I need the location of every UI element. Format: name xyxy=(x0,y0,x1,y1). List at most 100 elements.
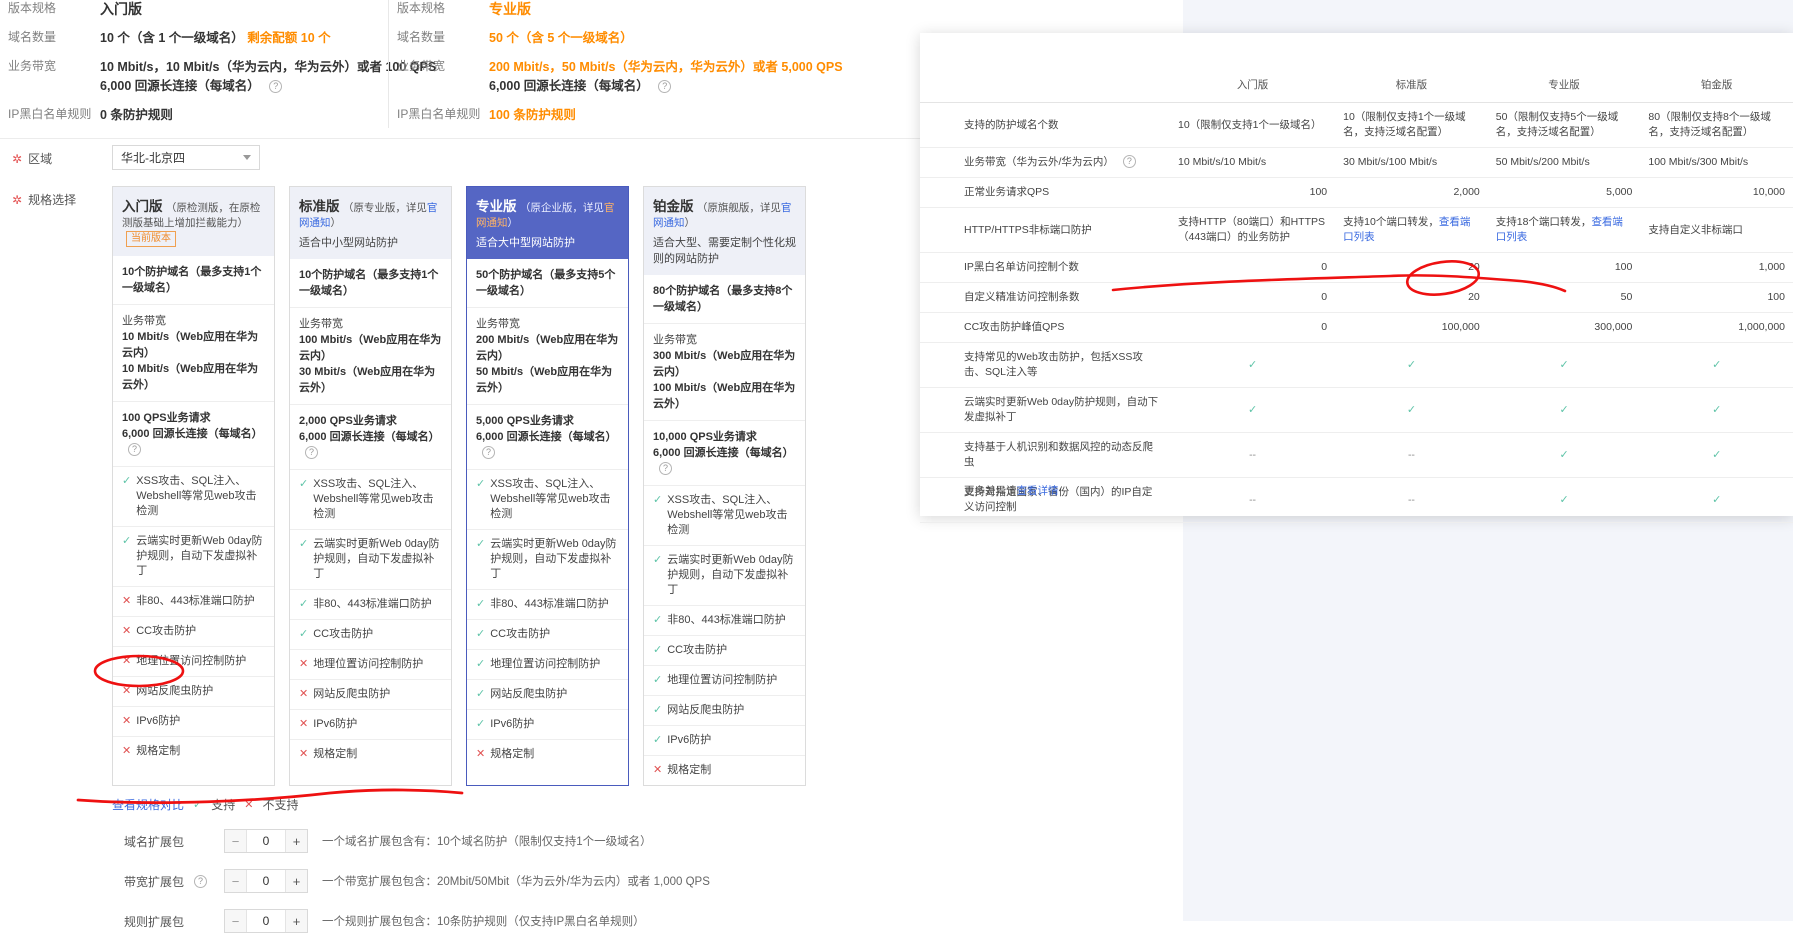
bandwidth-title: 业务带宽 xyxy=(653,334,697,346)
row-cell-1: ✓ xyxy=(1335,342,1488,388)
row-cell-3: 100 Mbit/s/300 Mbit/s xyxy=(1640,147,1793,178)
feature-label: IPv6防护 xyxy=(313,718,358,730)
feature-label: 网站反爬虫防护 xyxy=(136,685,214,697)
bandwidth-external: 100 Mbit/s（Web应用在华为云外） xyxy=(653,382,796,410)
spec-card-1[interactable]: 标准版 （原专业版，详见官网通知） 适合中小型网站防护 10个防护域名（最多支持1个… xyxy=(289,186,452,786)
table-head: 入门版 标准版 专业版 铂金版 xyxy=(920,71,1793,103)
feature-row-5: ✕ 网站反爬虫防护 xyxy=(290,679,451,709)
pack-stepper[interactable]: −0 + xyxy=(224,909,308,933)
connections-value: 6,000 回源长连接（每域名） ? xyxy=(476,431,617,459)
check-icon: ✓ xyxy=(653,494,663,506)
region-select[interactable]: 华北-北京四 xyxy=(112,145,260,170)
card-domains-cell: 10个防护域名（最多支持1个一级域名） xyxy=(122,266,262,294)
pack-label-text: 带宽扩展包 xyxy=(124,874,185,889)
connections-value: 6,000 回源长连接（每域名） ? xyxy=(653,447,794,475)
feature-label: 网站反爬虫防护 xyxy=(313,688,391,700)
help-icon[interactable]: ? xyxy=(658,80,672,93)
chevron-down-icon xyxy=(243,155,251,160)
row-cell-3: 100 xyxy=(1640,282,1793,313)
row-cell-0: 10（限制仅支持1个一级域名） xyxy=(1170,102,1336,148)
increment-button[interactable]: + xyxy=(285,830,307,852)
summary-row: IP黑白名单规则 100 条防护规则 xyxy=(397,106,888,125)
pack-description: 一个规则扩展包包含：10条防护规则（仅支持IP黑白名单规则） xyxy=(322,916,645,928)
help-icon[interactable]: ? xyxy=(269,80,283,93)
help-icon[interactable]: ? xyxy=(1122,155,1136,168)
row-cell-1: 2,000 xyxy=(1335,177,1488,208)
help-icon[interactable]: ? xyxy=(659,462,672,475)
help-icon[interactable]: ? xyxy=(128,443,141,456)
spec-comparison-popup: 入门版 标准版 专业版 铂金版 支持的防护域名个数 10（限制仅支持1个一级域名） 10（… xyxy=(920,33,1793,523)
check-icon: ✓ xyxy=(1559,448,1569,461)
check-icon: ✓ xyxy=(1712,493,1722,506)
decrement-button[interactable]: − xyxy=(225,830,247,852)
increment-button[interactable]: + xyxy=(285,870,307,892)
legend-row: 查看规格对比 ✓ 支持 ✕ 不支持 xyxy=(112,796,1180,813)
check-icon: ✓ xyxy=(1712,358,1722,371)
spec-card-0[interactable]: 入门版 （原检测版，在原检测版基础上增加拦截能力）当前版本 10个防护域名（最多支… xyxy=(112,186,275,786)
view-port-list-link[interactable]: 查看端口列表 xyxy=(1343,216,1470,243)
feature-label: CC攻击防护 xyxy=(667,644,728,656)
pack-stepper[interactable]: −0 + xyxy=(224,829,308,853)
help-icon[interactable]: ? xyxy=(305,446,318,459)
feature-row-5: ✓ 网站反爬虫防护 xyxy=(644,695,805,725)
row-cell-2: 支持18个端口转发，查看端口列表 xyxy=(1487,207,1641,253)
spec-card-2[interactable]: 专业版 （原企业版，详见官网通知） 适合大中型网站防护 50个防护域名（最多支持5个… xyxy=(466,186,629,786)
pack-quantity-value[interactable]: 0 xyxy=(247,870,285,892)
check-icon: ✓ xyxy=(476,598,486,610)
pack-quantity-value[interactable]: 0 xyxy=(247,910,285,932)
check-icon: ✓ xyxy=(476,688,486,700)
qps-value: 2,000 QPS业务请求 xyxy=(299,415,397,427)
view-port-list-link[interactable]: 查看端口列表 xyxy=(1496,216,1623,243)
check-icon: ✓ xyxy=(299,538,309,550)
card-header: 铂金版 （原旗舰版，详见官网通知） 适合大型、需要定制个性化规则的网站防护 xyxy=(644,187,805,275)
check-icon: ✓ xyxy=(1406,403,1417,416)
check-icon: ✓ xyxy=(653,674,663,686)
card-bandwidth-cell: 业务带宽 100 Mbit/s（Web应用在华为云内） 30 Mbit/s（Web应… xyxy=(290,307,451,404)
decrement-button[interactable]: − xyxy=(225,870,247,892)
spec-comparison-table: 入门版 标准版 专业版 铂金版 支持的防护域名个数 10（限制仅支持1个一级域名） 10（… xyxy=(920,71,1793,523)
feature-row-6: ✕ IPv6防护 xyxy=(290,709,451,739)
feature-label: XSS攻击、SQL注入、Webshell等常见web攻击检测 xyxy=(136,475,257,517)
table-row: 支持基于人机识别和数据风控的动态反爬虫 -- -- ✓ ✓ xyxy=(920,432,1793,478)
row-cell-3: 10,000 xyxy=(1640,177,1793,208)
row-cell-1: 30 Mbit/s/100 Mbit/s xyxy=(1335,147,1488,178)
feature-label: IPv6防护 xyxy=(490,718,535,730)
help-icon[interactable]: ? xyxy=(194,874,208,888)
card-qps-cell: 2,000 QPS业务请求 6,000 回源长连接（每域名） ? xyxy=(290,404,451,469)
summary-row: 版本规格 专业版 xyxy=(397,0,888,19)
summary-value: 10 Mbit/s，10 Mbit/s（华为云内，华为云外）或者 100 QPS… xyxy=(100,58,436,96)
qps-value: 100 QPS业务请求 xyxy=(122,412,211,424)
row-cell-0: ✓ xyxy=(1170,387,1336,433)
view-spec-comparison-link[interactable]: 查看规格对比 xyxy=(112,796,184,813)
bandwidth-internal: 10 Mbit/s（Web应用在华为云内） xyxy=(122,331,259,359)
help-icon[interactable]: ? xyxy=(482,446,495,459)
view-details-link[interactable]: 查看详情 xyxy=(1017,485,1059,497)
feature-row-0: ✓ XSS攻击、SQL注入、Webshell等常见web攻击检测 xyxy=(644,485,805,545)
feature-row-2: ✓ 非80、443标准端口防护 xyxy=(644,605,805,635)
pack-label-text: 域名扩展包 xyxy=(124,834,185,849)
card-qps-cell: 100 QPS业务请求 6,000 回源长连接（每域名） ? xyxy=(113,401,274,466)
card-qps-cell: 5,000 QPS业务请求 6,000 回源长连接（每域名） ? xyxy=(467,404,628,469)
card-title: 标准版 xyxy=(299,199,340,214)
table-col-3: 专业版 xyxy=(1487,71,1641,103)
table-row: 云端实时更新Web 0day防护规则，自动下发虚拟补丁 ✓ ✓ ✓ ✓ xyxy=(920,387,1793,433)
connections-value: 6,000 回源长连接（每域名） xyxy=(100,79,260,93)
pack-quantity-value[interactable]: 0 xyxy=(247,830,285,852)
feature-row-7: ✕ 规格定制 xyxy=(644,755,805,785)
row-cell-3: ✓ xyxy=(1640,477,1793,523)
card-bandwidth-cell: 业务带宽 300 Mbit/s（Web应用在华为云内） 100 Mbit/s（Web… xyxy=(644,323,805,420)
cross-icon: ✕ xyxy=(122,655,132,667)
feature-label: 地理位置访问控制防护 xyxy=(667,674,778,686)
check-icon: ✓ xyxy=(476,478,486,490)
feature-row-5: ✕ 网站反爬虫防护 xyxy=(113,676,274,706)
increment-button[interactable]: + xyxy=(285,910,307,932)
spec-card-3[interactable]: 铂金版 （原旗舰版，详见官网通知） 适合大型、需要定制个性化规则的网站防护 80个防… xyxy=(643,186,806,786)
summary-label: 域名数量 xyxy=(397,30,446,44)
spec-label: ✲ 规格选择 xyxy=(12,193,77,207)
decrement-button[interactable]: − xyxy=(225,910,247,932)
row-cell-1: 支持10个端口转发，查看端口列表 xyxy=(1335,207,1488,253)
feature-label: XSS攻击、SQL注入、Webshell等常见web攻击检测 xyxy=(313,478,434,520)
row-cell-2: ✓ xyxy=(1487,477,1641,523)
card-description: 适合大中型网站防护 xyxy=(476,237,575,249)
pack-stepper[interactable]: −0 + xyxy=(224,869,308,893)
